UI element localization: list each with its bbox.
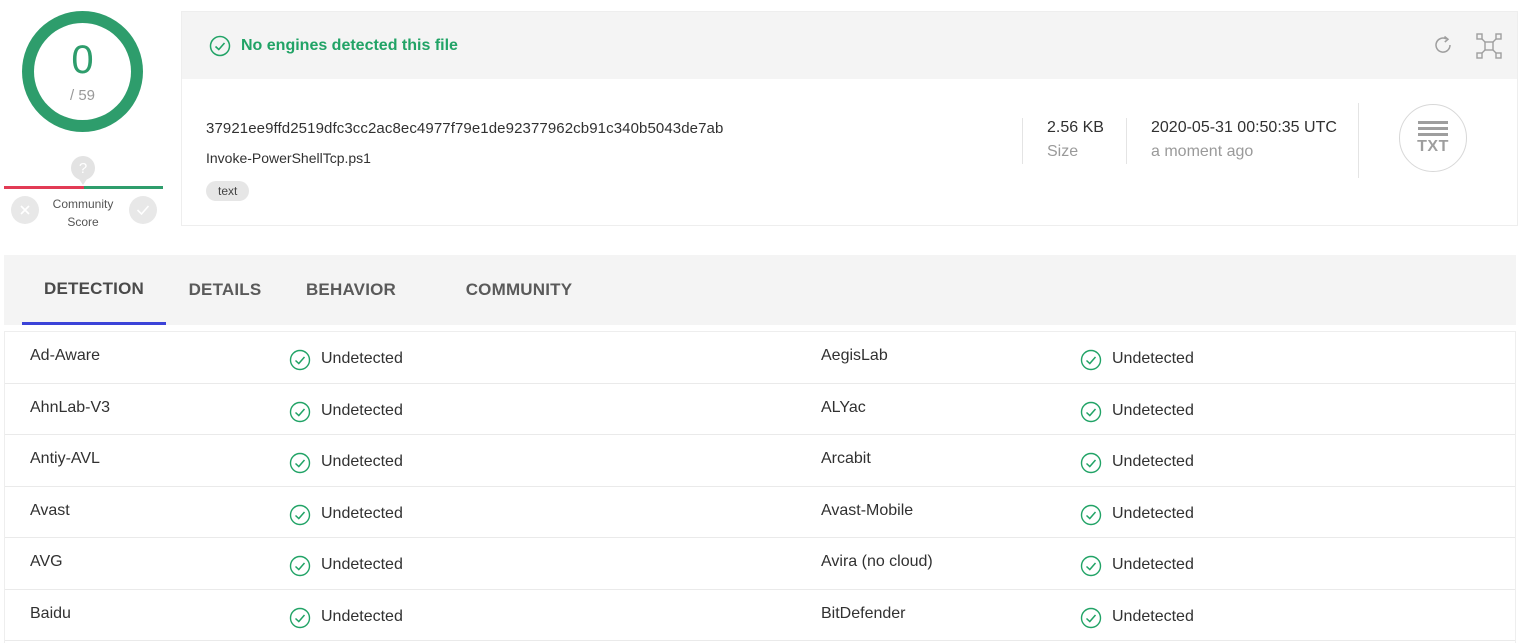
engine-result: Undetected [289, 347, 403, 371]
check-circle-icon [1080, 401, 1102, 422]
file-hash[interactable]: 37921ee9ffd2519dfc3cc2ac8ec4977f79e1de92… [206, 120, 723, 137]
community-score-label-line2: Score [67, 215, 99, 229]
engine-result: Undetected [1080, 553, 1194, 577]
meta-divider [1022, 118, 1023, 164]
table-row: Antiy-AVL Undetected Arcabit Undetected [5, 435, 1515, 487]
file-name: Invoke-PowerShellTcp.ps1 [206, 150, 371, 166]
engine-name: AVG [30, 553, 63, 570]
file-type-icon: TXT [1399, 104, 1467, 172]
tab-community[interactable]: COMMUNITY [452, 255, 586, 325]
community-score-bar-negative [4, 186, 84, 189]
engine-name: Arcabit [821, 450, 871, 467]
community-score-label-line1: Community [52, 197, 114, 211]
vote-harmless-button[interactable] [129, 196, 157, 224]
tab-detection[interactable]: DETECTION [22, 255, 166, 325]
engine-result-label: Undetected [1112, 504, 1194, 522]
check-circle-icon [289, 504, 311, 525]
table-row: Baidu Undetected BitDefender Undetected [5, 590, 1515, 641]
vote-harmful-button[interactable] [11, 196, 39, 224]
engine-result: Undetected [289, 450, 403, 474]
engine-result: Undetected [289, 399, 403, 423]
engines-total: / 59 [69, 87, 96, 104]
meta-divider [1126, 118, 1127, 164]
engine-name: Baidu [30, 604, 71, 622]
engine-result-label: Undetected [321, 556, 403, 573]
engine-name: Ad-Aware [30, 347, 100, 364]
detection-status-bar: No engines detected this file [182, 12, 1517, 79]
community-score-pointer [79, 179, 87, 185]
engine-name: ALYac [821, 398, 866, 416]
engine-result: Undetected [289, 502, 403, 526]
analysis-date-value: 2020-05-31 00:50:35 UTC [1151, 119, 1337, 136]
table-row: AhnLab-V3 Undetected ALYac Undetected [5, 384, 1515, 435]
table-row: AVG Undetected Avira (no cloud) Undetected [5, 538, 1515, 590]
analysis-date-relative: a moment ago [1151, 143, 1254, 160]
file-size-label: Size [1047, 143, 1079, 160]
engine-name: AhnLab-V3 [30, 398, 111, 416]
detection-score-ring: 0 / 59 [22, 11, 143, 132]
analysis-date: 2020-05-31 00:50:35 UTC a moment ago [1151, 119, 1337, 161]
check-circle-icon [1080, 504, 1102, 525]
table-row: Avast Undetected Avast-Mobile Undetected [5, 487, 1515, 538]
engine-result: Undetected [289, 553, 403, 577]
check-circle-icon [289, 401, 311, 422]
community-score-question-icon: ? [71, 156, 95, 180]
engine-name: Avast-Mobile [821, 501, 914, 519]
engine-result: Undetected [1080, 502, 1194, 526]
check-circle-icon [1080, 349, 1102, 371]
engine-name: Avira (no cloud) [821, 553, 933, 570]
file-type-label: TXT [1417, 137, 1449, 155]
table-row: Ad-Aware Undetected AegisLab Undetected [5, 332, 1515, 384]
engine-result-label: Undetected [321, 607, 403, 625]
meta-divider [1358, 103, 1359, 178]
check-circle-icon [209, 35, 231, 56]
x-icon [20, 205, 30, 215]
detected-count: 0 [71, 38, 94, 82]
file-summary-card: No engines detected this file 37921ee9ff… [181, 11, 1518, 226]
detection-status-text: No engines detected this file [241, 36, 458, 54]
check-circle-icon [1080, 555, 1102, 577]
community-score-bar [4, 186, 163, 189]
check-circle-icon [1080, 607, 1102, 628]
engine-name: Avast [30, 501, 70, 519]
tab-behavior[interactable]: BEHAVIOR [292, 255, 410, 325]
file-lines-icon [1418, 120, 1448, 139]
check-circle-icon [289, 555, 311, 577]
engine-result: Undetected [1080, 399, 1194, 423]
engine-result-label: Undetected [321, 453, 403, 470]
detections-table: Ad-Aware Undetected AegisLab Undetected AhnL… [4, 331, 1516, 643]
graph-icon[interactable] [1475, 32, 1503, 60]
community-score-bar-positive [83, 186, 163, 189]
tab-details[interactable]: DETAILS [176, 255, 274, 325]
file-size-value: 2.56 KB [1047, 119, 1104, 136]
check-circle-icon [1080, 452, 1102, 474]
engine-result: Undetected [1080, 605, 1194, 629]
engine-result: Undetected [1080, 347, 1194, 371]
engine-name: Antiy-AVL [30, 450, 100, 467]
engine-name: AegisLab [821, 347, 888, 364]
engine-result: Undetected [1080, 450, 1194, 474]
check-circle-icon [289, 349, 311, 371]
check-circle-icon [289, 452, 311, 474]
engine-result-label: Undetected [321, 350, 403, 367]
file-size: 2.56 KB Size [1047, 119, 1104, 161]
engine-result-label: Undetected [1112, 556, 1194, 573]
engine-result-label: Undetected [321, 401, 403, 419]
engine-result-label: Undetected [1112, 453, 1194, 470]
report-tabs: DETECTION DETAILS BEHAVIOR COMMUNITY [4, 255, 1516, 325]
refresh-icon[interactable] [1431, 33, 1455, 57]
file-tag[interactable]: text [206, 181, 250, 201]
community-score-label: Community Score [44, 195, 122, 231]
engine-result-label: Undetected [1112, 350, 1194, 367]
check-circle-icon [289, 607, 311, 628]
engine-result-label: Undetected [1112, 607, 1194, 625]
engine-result-label: Undetected [321, 504, 403, 522]
check-icon [136, 205, 150, 216]
engine-result-label: Undetected [1112, 401, 1194, 419]
detection-score: 0 / 59 [34, 23, 131, 120]
engine-name: BitDefender [821, 604, 906, 622]
engine-result: Undetected [289, 605, 403, 629]
